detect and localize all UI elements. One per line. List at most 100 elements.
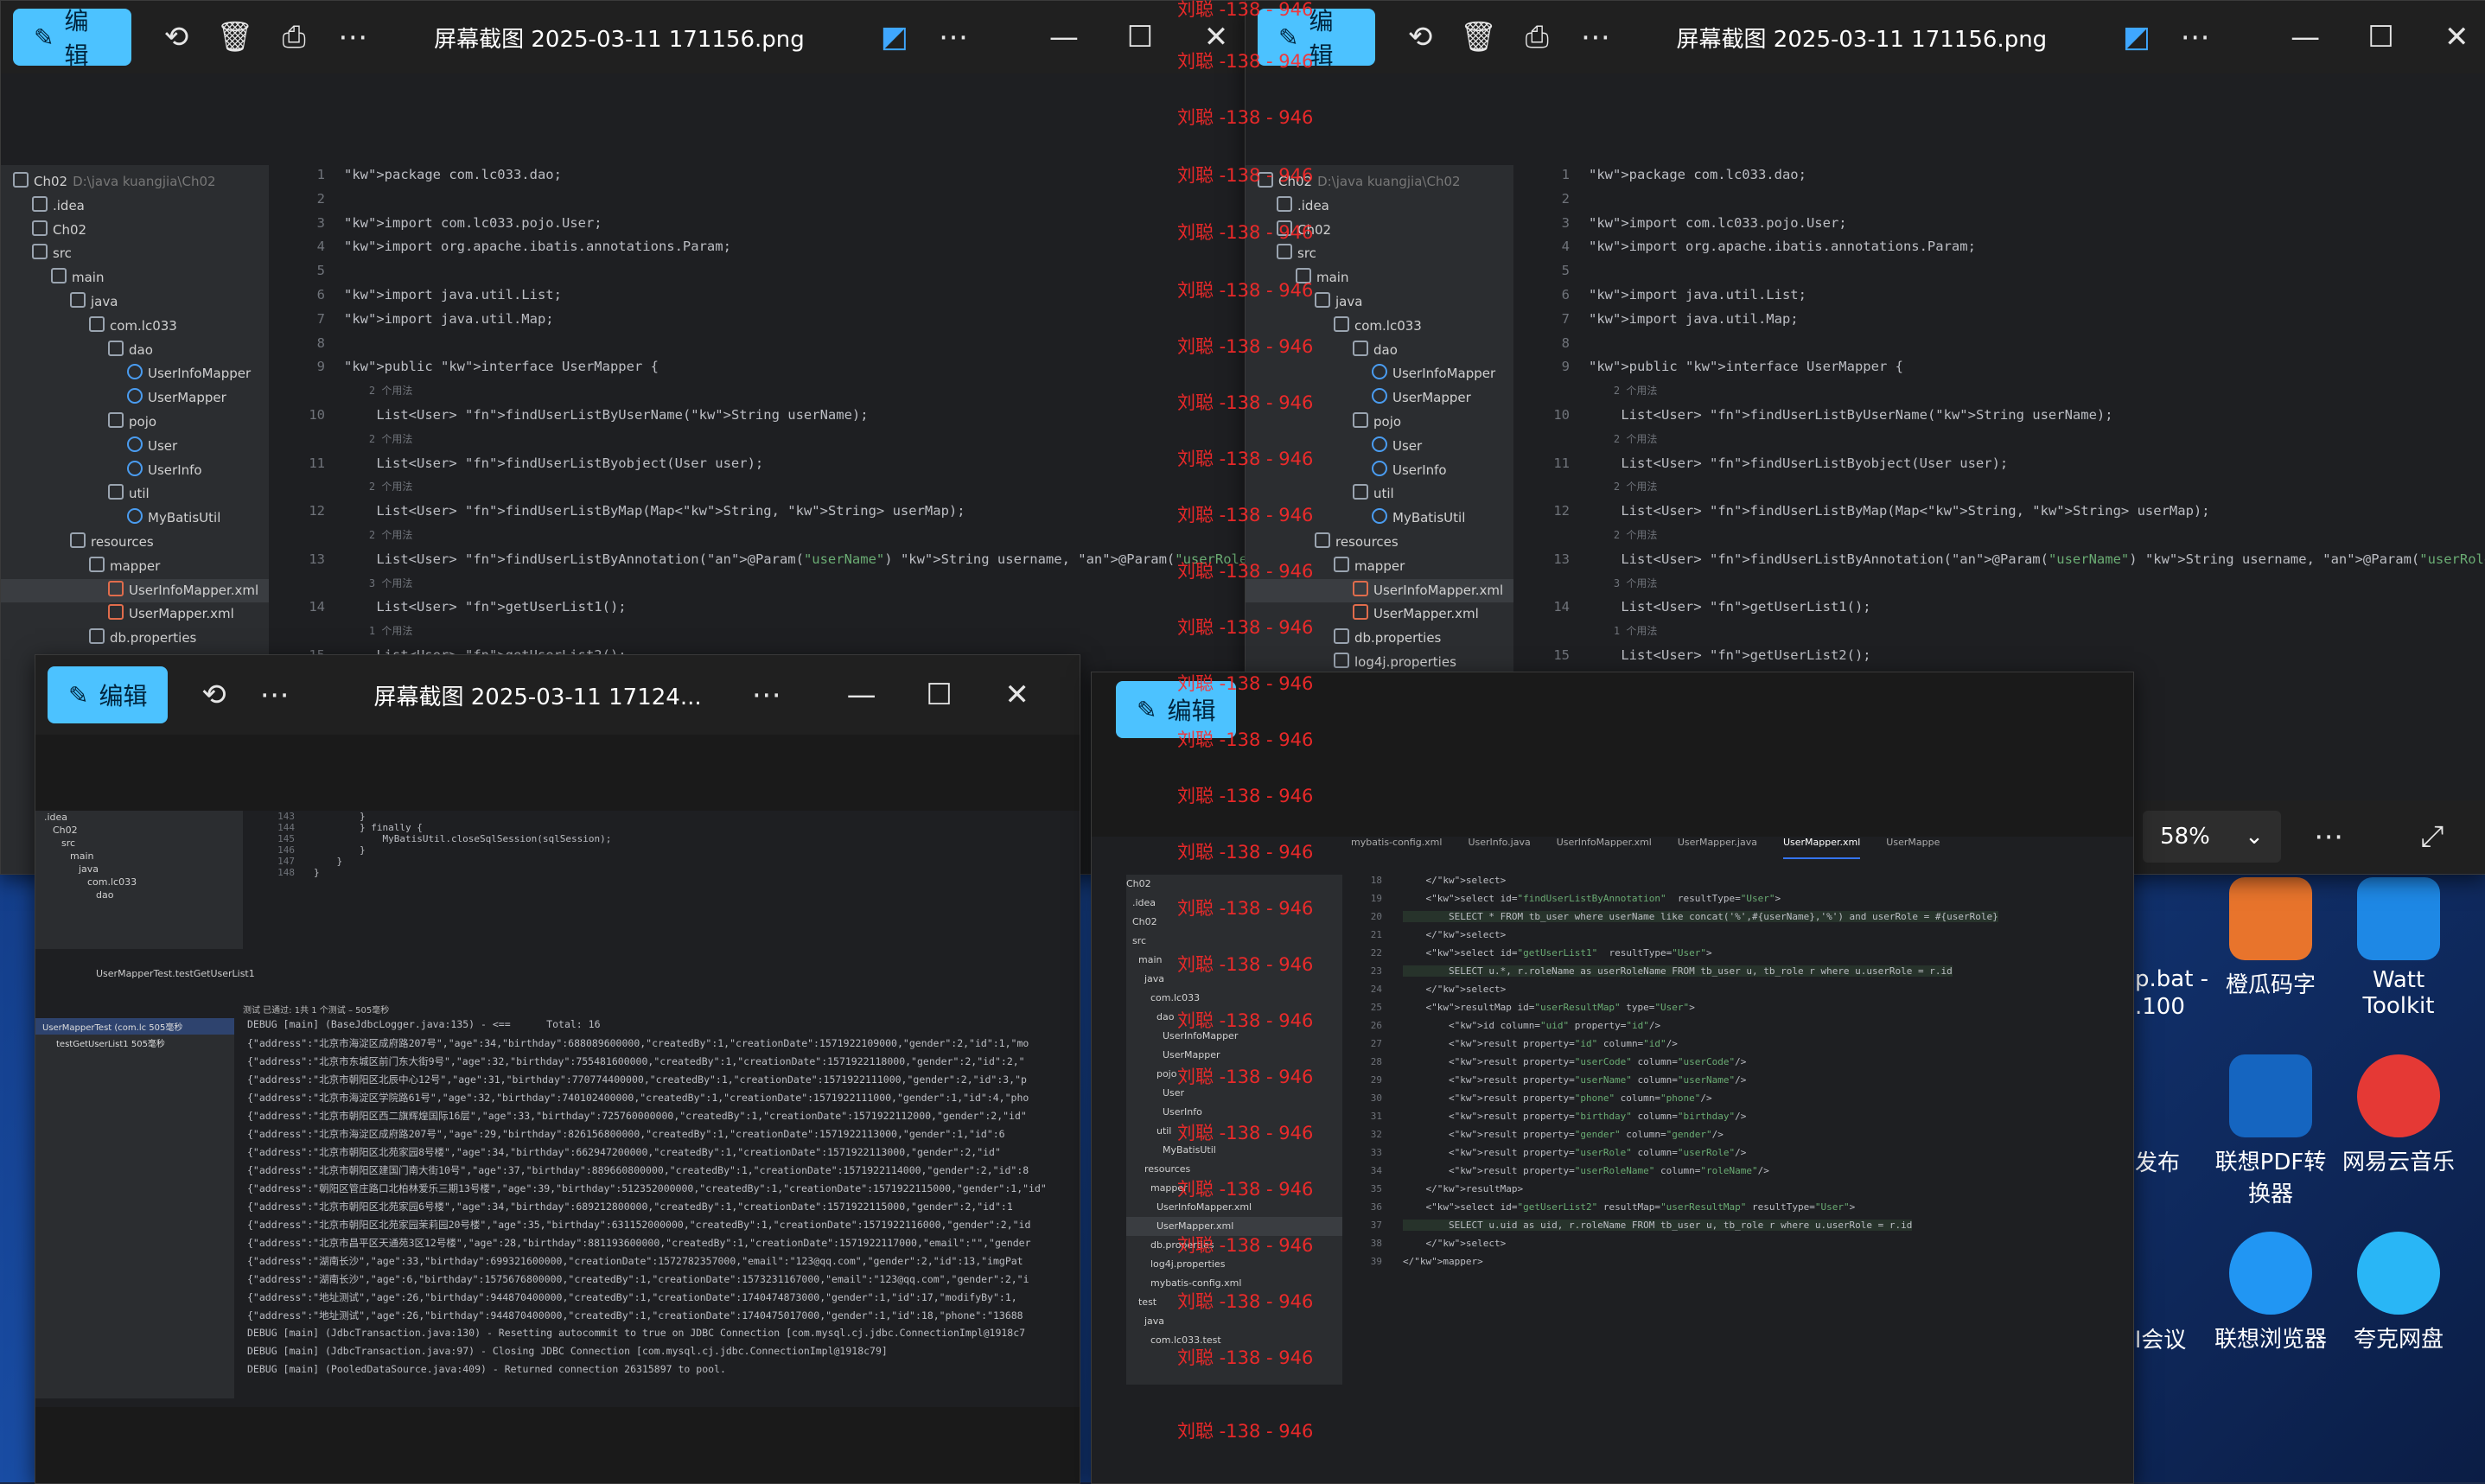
tree-item-label: mapper: [110, 557, 161, 574]
code-line: "kw">import com.lc033.pojo.User;: [344, 214, 602, 231]
desktop-icon-lenovo-browser[interactable]: 联想浏览器: [2214, 1232, 2327, 1353]
tree-item[interactable]: UserInfoMapper: [1246, 362, 1513, 386]
desktop-icon-quark-drive[interactable]: 夸克网盘: [2342, 1232, 2455, 1353]
desktop-partial-meet: l会议: [2135, 1328, 2187, 1353]
close-icon[interactable]: ✕: [2427, 7, 2485, 67]
tree-item[interactable]: .idea: [1246, 194, 1513, 219]
desktop-icon-lenovo-pdf[interactable]: 联想PDF转换器: [2214, 1054, 2327, 1208]
watermark-text: 刘聪 -138 - 946: [1177, 51, 1314, 72]
print-icon[interactable]: ⎙: [264, 7, 323, 67]
edit-button[interactable]: ✎ 编辑: [13, 7, 131, 70]
maximize-icon[interactable]: ☐: [1111, 7, 1169, 67]
folder-icon: [89, 628, 105, 645]
tree-item[interactable]: UserMapper: [1, 386, 269, 411]
more-icon[interactable]: ⋯: [323, 7, 382, 67]
tree-item[interactable]: dao: [35, 888, 243, 901]
rotate-icon[interactable]: ⟲: [1391, 7, 1450, 67]
editor-tab[interactable]: UserInfoMapper.xml: [1557, 837, 1652, 859]
desktop-icon-watt-toolkit[interactable]: Watt Toolkit: [2342, 877, 2455, 1019]
tree-item[interactable]: Ch02: [1126, 875, 1342, 894]
watermark-text: 刘聪 -138 - 946: [1177, 1421, 1314, 1442]
tree-item-label: UserInfo: [1392, 462, 1447, 478]
tree-item[interactable]: java: [35, 863, 243, 876]
tree-item[interactable]: com.lc033: [1, 315, 269, 339]
code-line: 2 个用法: [344, 481, 413, 494]
editor-tab[interactable]: mybatis-config.xml: [1351, 837, 1442, 859]
tree-item[interactable]: .idea: [35, 811, 243, 824]
paint-icon[interactable]: ◩: [2107, 7, 2166, 67]
tree-item[interactable]: dao: [1, 339, 269, 363]
tree-item-label: resources: [91, 533, 154, 550]
minimize-icon[interactable]: —: [2276, 7, 2335, 67]
tree-item[interactable]: resources: [1, 531, 269, 555]
line-number: 35: [1370, 1183, 1382, 1194]
tree-item[interactable]: Ch02: [35, 824, 243, 837]
class-icon: [1372, 460, 1387, 476]
delete-icon[interactable]: 🗑: [206, 7, 264, 67]
tree-item[interactable]: UserMapper: [1126, 1046, 1342, 1065]
run-tab[interactable]: UserMapperTest.testGetUserList1: [96, 968, 255, 979]
more-icon[interactable]: ⋯: [244, 665, 304, 725]
tree-item[interactable]: mapper: [1, 555, 269, 579]
print-icon[interactable]: ⎙: [1507, 7, 1566, 67]
tree-item[interactable]: src: [1246, 242, 1513, 266]
maximize-icon[interactable]: ☐: [909, 665, 970, 725]
maximize-icon[interactable]: ☐: [2352, 7, 2411, 67]
folder-icon: [32, 244, 48, 260]
edit-button[interactable]: ✎ 编辑: [48, 666, 169, 723]
tree-item[interactable]: log4j.properties: [1126, 1255, 1342, 1274]
tree-item[interactable]: User: [1, 435, 269, 459]
tree-item[interactable]: Ch02: [1, 219, 269, 243]
console-line: {"address":"北京市海淀区成府路207号","age":34,"bir…: [247, 1037, 1029, 1049]
more-icon[interactable]: ⋯: [2166, 7, 2225, 67]
minimize-icon[interactable]: —: [1035, 7, 1093, 67]
class-icon: [127, 508, 143, 525]
tree-item[interactable]: com.lc033: [1126, 989, 1342, 1008]
desktop-icon-chengguamazi[interactable]: 橙瓜码字: [2214, 877, 2327, 999]
editor-tab[interactable]: UserInfo.java: [1468, 837, 1530, 859]
zoom-select[interactable]: 58% ⌄: [2143, 811, 2281, 863]
tree-item[interactable]: src: [1126, 932, 1342, 951]
code-line: List<User> "fn">findUserListByUserName("…: [344, 407, 869, 423]
more-icon[interactable]: ⋯: [736, 665, 797, 725]
viewer-toolbar: ✎ 编辑 ⟲ 🗑 ⎙ ⋯ 屏幕截图 2025-03-11 171156.png ◩…: [1246, 1, 2485, 73]
tree-item[interactable]: src: [35, 837, 243, 850]
tree-item[interactable]: java: [1, 290, 269, 315]
fullscreen-icon[interactable]: ⤢: [2402, 806, 2463, 867]
tree-item[interactable]: resources: [1246, 531, 1513, 555]
tree-item[interactable]: UserInfoMapper.xml: [1, 578, 269, 603]
rotate-icon[interactable]: ⟲: [147, 7, 206, 67]
tree-item-label: log4j.properties: [1354, 653, 1456, 670]
tree-item[interactable]: UserInfoMapper: [1, 362, 269, 386]
console-line: {"address":"湖南长沙","age":33,"birthday":69…: [247, 1255, 1023, 1267]
minimize-icon[interactable]: —: [832, 665, 892, 725]
tree-item[interactable]: java: [1126, 1312, 1342, 1331]
more-icon[interactable]: ⋯: [2298, 806, 2359, 867]
tree-item[interactable]: pojo: [1, 411, 269, 435]
desktop-icon-netease-music[interactable]: 网易云音乐: [2342, 1054, 2455, 1176]
tree-item[interactable]: UserInfo: [1, 459, 269, 483]
tree-item[interactable]: util: [1, 482, 269, 506]
code-line: List<User> "fn">findUserListByMap(Map<"k…: [344, 503, 965, 519]
tree-item[interactable]: db.properties: [1, 627, 269, 651]
close-icon[interactable]: ✕: [987, 665, 1048, 725]
more-icon[interactable]: ⋯: [924, 7, 983, 67]
tree-item[interactable]: UserMapper.xml: [1, 602, 269, 627]
tree-item-label: MyBatisUtil: [1392, 510, 1466, 526]
rotate-icon[interactable]: ⟲: [183, 665, 244, 725]
tree-item[interactable]: Ch02 D:\java kuangjia\Ch02: [1, 170, 269, 194]
tree-item[interactable]: main: [35, 850, 243, 863]
paint-icon[interactable]: ◩: [865, 7, 924, 67]
tree-item[interactable]: .idea: [1, 194, 269, 219]
tree-item[interactable]: MyBatisUtil: [1, 506, 269, 531]
tree-item[interactable]: com.lc033: [35, 876, 243, 888]
tree-item[interactable]: main: [1, 266, 269, 290]
tree-item[interactable]: src: [1, 242, 269, 266]
code-line: "kw">package com.lc033.dao;: [344, 167, 562, 182]
editor-tab[interactable]: UserMapper.java: [1678, 837, 1757, 859]
more-icon[interactable]: ⋯: [1566, 7, 1625, 67]
delete-icon[interactable]: 🗑: [1450, 7, 1508, 67]
editor-tab[interactable]: UserMapper.xml: [1782, 837, 1861, 859]
editor-tab[interactable]: UserMappe: [1886, 837, 1940, 859]
code-line: <"kw">result property="userName" column=…: [1403, 1074, 1747, 1086]
